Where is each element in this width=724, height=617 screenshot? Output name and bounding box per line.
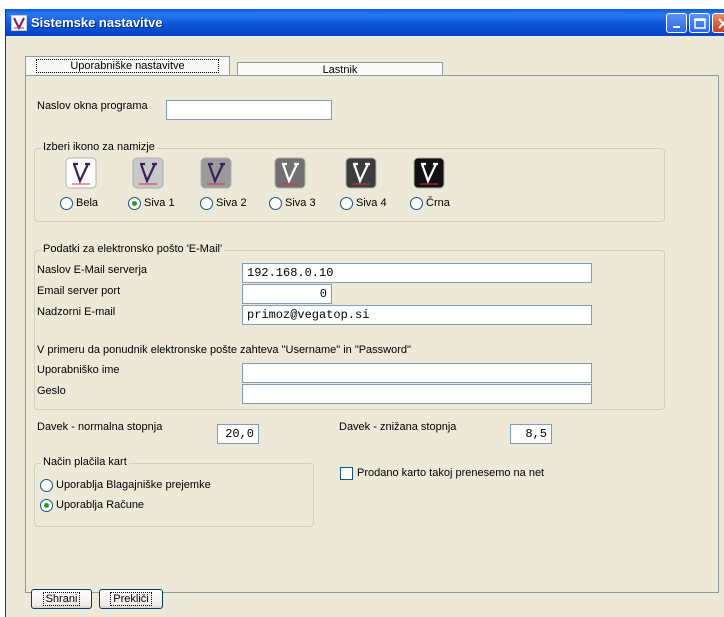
desktop-v-icon [345, 157, 377, 189]
settings-window: Sistemske nastavitve Uporabniške nastavi… [5, 9, 724, 617]
payment-group-legend: Način plačila kart [41, 456, 129, 468]
supervisor-email-input[interactable]: primoz@vegatop.si [242, 305, 592, 325]
tax-normal-input[interactable]: 20,0 [217, 424, 259, 444]
transfer-label: Prodano karto takoj prenesemo na net [357, 467, 545, 479]
desktop-v-icon [200, 157, 232, 189]
close-button[interactable] [712, 13, 724, 33]
icon-radio-label: Siva 4 [356, 197, 387, 209]
app-v-icon [11, 15, 27, 31]
payment-receipts-label: Uporablja Blagajniške prejemke [56, 479, 211, 491]
save-button-label: Shrani [42, 592, 81, 606]
maximize-icon [694, 18, 706, 29]
window-content: Uporabniške nastavitve Lastnik Naslov ok… [8, 36, 724, 617]
password-label: Geslo [37, 385, 66, 397]
save-button[interactable]: Shrani [31, 589, 92, 609]
transfer-checkbox[interactable] [340, 467, 353, 480]
program-title-label: Naslov okna programa [37, 100, 148, 112]
desktop-v-icon [413, 157, 445, 189]
tab-user-settings[interactable]: Uporabniške nastavitve [25, 56, 230, 75]
program-title-input[interactable] [166, 100, 332, 120]
tax-reduced-label: Davek - znižana stopnja [339, 421, 457, 433]
desktop-v-icon [274, 157, 306, 189]
port-label: Email server port [37, 285, 121, 297]
port-input[interactable]: 0 [242, 284, 332, 304]
desktop-v-icon [65, 157, 97, 189]
maximize-button[interactable] [689, 13, 710, 33]
window-title: Sistemske nastavitve [31, 15, 163, 30]
minimize-icon [673, 26, 680, 28]
icon-radio-6[interactable] [410, 197, 423, 210]
payment-group: Način plačila kart Uporablja Blagajniške… [34, 456, 314, 527]
icon-radio-label: Črna [426, 197, 450, 209]
icon-radio-2[interactable] [128, 197, 141, 210]
auth-note: V primeru da ponudnik elektronske pošte … [37, 344, 411, 356]
payment-invoices-radio[interactable] [40, 499, 53, 512]
icon-radio-label: Siva 1 [144, 197, 175, 209]
icon-group-legend: Izberi ikono za namizje [41, 141, 157, 153]
username-input[interactable] [242, 363, 592, 383]
icon-group: Izberi ikono za namizje Bela Siva 1 Siva 2… [34, 141, 665, 222]
tab-panel: Naslov okna programa Izberi ikono za nam… [25, 75, 719, 593]
server-label: Naslov E-Mail serverja [37, 264, 148, 276]
desktop-v-icon [132, 157, 164, 189]
email-group-legend: Podatki za elektronsko pošto 'E-Mail' [41, 243, 225, 255]
tab-user-settings-label: Uporabniške nastavitve [36, 59, 219, 73]
payment-receipts-radio[interactable] [40, 479, 53, 492]
icon-radio-3[interactable] [200, 197, 213, 210]
tax-normal-label: Davek - normalna stopnja [37, 421, 163, 433]
close-icon [718, 18, 724, 29]
icon-radio-label: Siva 2 [216, 197, 247, 209]
icon-radio-1[interactable] [60, 197, 73, 210]
password-input[interactable] [242, 384, 592, 404]
icon-radio-label: Bela [76, 197, 99, 209]
icon-radio-label: Siva 3 [285, 197, 316, 209]
supervisor-email-label: Nadzorni E-mail [37, 306, 116, 318]
cancel-button[interactable]: Prekliči [99, 589, 163, 609]
username-label: Uporabniško ime [37, 364, 120, 376]
tax-reduced-input[interactable]: 8,5 [510, 424, 552, 444]
minimize-button[interactable] [666, 13, 687, 33]
icon-radio-4[interactable] [269, 197, 282, 210]
payment-invoices-label: Uporablja Račune [56, 499, 145, 511]
icon-radio-5[interactable] [340, 197, 353, 210]
title-bar[interactable]: Sistemske nastavitve [6, 9, 724, 36]
server-input[interactable]: 192.168.0.10 [242, 263, 592, 283]
cancel-button-label: Prekliči [110, 592, 152, 606]
